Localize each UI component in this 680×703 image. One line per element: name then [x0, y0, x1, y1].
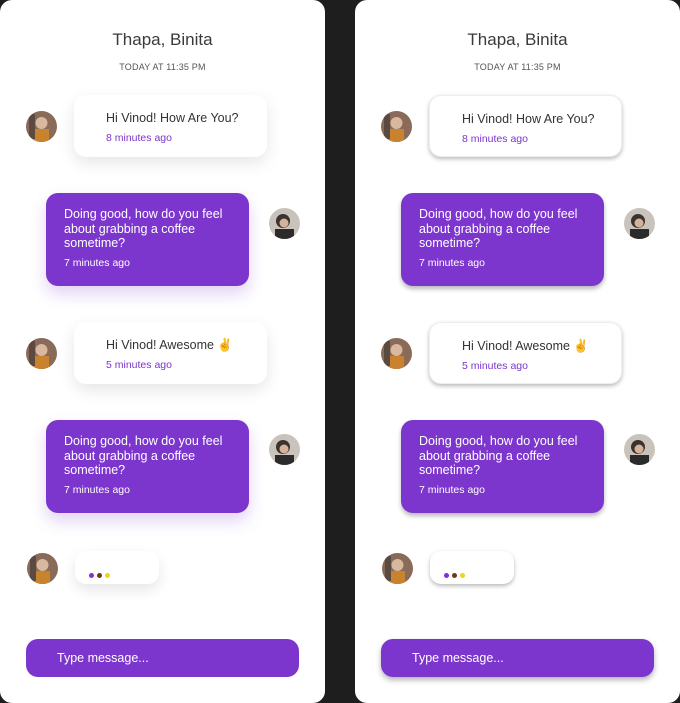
conversation-timestamp: TODAY AT 11:35 PM — [119, 62, 206, 72]
typing-dot — [460, 573, 465, 578]
outgoing-message: Doing good, how do you feel about grabbi… — [401, 420, 604, 513]
incoming-message: Hi Vinod! Awesome ✌️ 5 minutes ago — [429, 322, 622, 384]
message-text: Hi Vinod! How Are You? — [462, 112, 595, 126]
chat-panel-right: Thapa, Binita TODAY AT 11:35 PM Hi Vinod… — [355, 0, 680, 703]
typing-dot — [97, 573, 102, 578]
user-avatar[interactable] — [269, 434, 300, 465]
message-time: 7 minutes ago — [419, 483, 485, 496]
typing-dot — [444, 573, 449, 578]
message-time: 7 minutes ago — [64, 256, 130, 269]
typing-indicator — [75, 551, 159, 584]
incoming-message: Hi Vinod! How Are You? 8 minutes ago — [74, 95, 267, 157]
message-time: 5 minutes ago — [106, 358, 172, 371]
typing-dot — [105, 573, 110, 578]
message-input[interactable]: Type message... — [26, 639, 299, 677]
message-text: Hi Vinod! How Are You? — [106, 111, 239, 125]
user-avatar[interactable] — [624, 434, 655, 465]
incoming-message: Hi Vinod! How Are You? 8 minutes ago — [429, 95, 622, 157]
user-avatar[interactable] — [269, 208, 300, 239]
outgoing-message: Doing good, how do you feel about grabbi… — [46, 193, 249, 286]
message-text: Hi Vinod! Awesome ✌️ — [106, 338, 233, 352]
typing-dot — [89, 573, 94, 578]
contact-avatar[interactable] — [26, 111, 57, 142]
message-time: 7 minutes ago — [64, 483, 130, 496]
message-text: Doing good, how do you feel about grabbi… — [64, 434, 223, 477]
outgoing-message: Doing good, how do you feel about grabbi… — [401, 193, 604, 286]
incoming-message: Hi Vinod! Awesome ✌️ 5 minutes ago — [74, 322, 267, 384]
chat-panel-left: Thapa, Binita TODAY AT 11:35 PM Hi Vinod… — [0, 0, 325, 703]
contact-avatar[interactable] — [26, 338, 57, 369]
outgoing-message: Doing good, how do you feel about grabbi… — [46, 420, 249, 513]
contact-avatar[interactable] — [382, 553, 413, 584]
message-time: 8 minutes ago — [462, 132, 528, 145]
message-time: 5 minutes ago — [462, 359, 528, 372]
contact-avatar[interactable] — [381, 111, 412, 142]
conversation-timestamp: TODAY AT 11:35 PM — [474, 62, 561, 72]
message-text: Doing good, how do you feel about grabbi… — [419, 207, 578, 250]
user-avatar[interactable] — [624, 208, 655, 239]
contact-avatar[interactable] — [27, 553, 58, 584]
typing-indicator — [430, 551, 514, 584]
message-text: Hi Vinod! Awesome ✌️ — [462, 339, 589, 353]
contact-name: Thapa, Binita — [112, 30, 213, 49]
message-time: 7 minutes ago — [419, 256, 485, 269]
message-text: Doing good, how do you feel about grabbi… — [64, 207, 223, 250]
message-time: 8 minutes ago — [106, 131, 172, 144]
message-text: Doing good, how do you feel about grabbi… — [419, 434, 578, 477]
contact-name: Thapa, Binita — [467, 30, 568, 49]
message-input[interactable]: Type message... — [381, 639, 654, 677]
typing-dot — [452, 573, 457, 578]
contact-avatar[interactable] — [381, 338, 412, 369]
